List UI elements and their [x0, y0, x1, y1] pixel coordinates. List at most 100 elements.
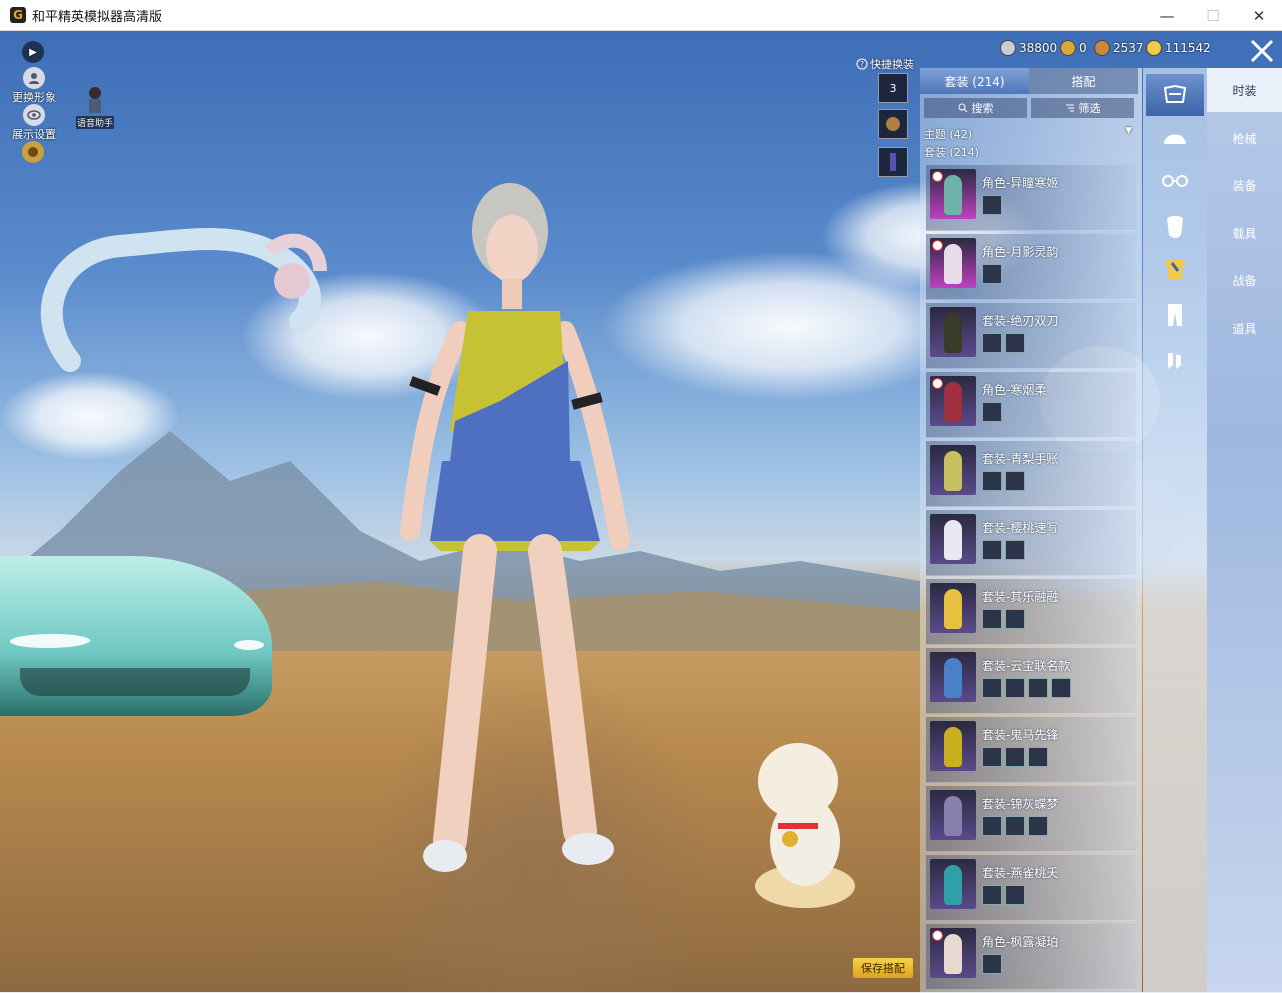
mascot-pet[interactable]: [750, 731, 860, 911]
outfit-part-icon[interactable]: [1005, 333, 1025, 353]
close-window-button[interactable]: ✕: [1236, 0, 1282, 31]
eye-icon: [23, 104, 45, 126]
locked-slot-button[interactable]: [878, 109, 908, 139]
outfit-part-icon[interactable]: [982, 609, 1002, 629]
outfit-part-icon[interactable]: [1051, 678, 1071, 698]
list-item[interactable]: 套装-云宝联名款: [926, 648, 1136, 714]
list-item[interactable]: 套装-樱桃速写: [926, 510, 1136, 576]
car-headlight: [234, 640, 264, 650]
quick-swap-label[interactable]: ? 快捷换装: [856, 56, 914, 72]
nav-battle-gear[interactable]: 战备: [1207, 258, 1282, 302]
glasses-icon[interactable]: [1146, 160, 1204, 202]
nav-items[interactable]: 道具: [1207, 306, 1282, 350]
outfit-part-icon[interactable]: [982, 678, 1002, 698]
filter-button[interactable]: 筛选: [1031, 98, 1134, 118]
outfit-part-row: [982, 678, 1071, 698]
currency-value: 38800: [1019, 41, 1058, 55]
outfit-thumbnail: [930, 790, 976, 840]
nav-weapons[interactable]: 枪械: [1207, 116, 1282, 160]
search-button[interactable]: 搜索: [924, 98, 1027, 118]
outfit-items-list: 角色-异瞳寒姬 角色-月影灵韵 套装-绝刃双刀 角色-寒烟柔 套装-青梨手账 套装-樱桃速…: [926, 165, 1136, 993]
maximize-button[interactable]: ☐: [1190, 0, 1236, 31]
preview-slot-button[interactable]: [878, 147, 908, 177]
outfit-part-icon[interactable]: [1005, 678, 1025, 698]
nav-vehicles[interactable]: 载具: [1207, 211, 1282, 255]
outfit-part-icon[interactable]: [1005, 885, 1025, 905]
theme-category[interactable]: 主题 (42) ▼: [924, 126, 1138, 142]
quick-swap-text: 快捷换装: [870, 58, 914, 71]
change-avatar-button[interactable]: 更换形象: [8, 67, 60, 105]
shoes-icon[interactable]: [1146, 340, 1204, 382]
player-character[interactable]: [350, 171, 650, 891]
voice-assistant-label: 语音助手: [76, 116, 114, 129]
outfit-part-icon[interactable]: [982, 402, 1002, 422]
outfit-name: 套装-云宝联名款: [982, 659, 1071, 673]
outfit-figure: [944, 865, 962, 905]
currency-value: 0: [1079, 41, 1087, 55]
list-item[interactable]: 角色-异瞳寒姬: [926, 165, 1136, 231]
minimize-button[interactable]: —: [1144, 0, 1190, 31]
close-icon[interactable]: [1244, 36, 1280, 66]
outfit-part-row: [982, 402, 1002, 422]
hat-icon[interactable]: [1146, 116, 1204, 158]
outfit-figure: [944, 727, 962, 767]
display-settings-button[interactable]: 展示设置: [8, 104, 60, 142]
outfit-part-icon[interactable]: [982, 816, 1002, 836]
tab-sets[interactable]: 套装 (214): [920, 68, 1029, 94]
voice-assistant-button[interactable]: 语音助手: [76, 83, 114, 129]
category-icon-column: [1143, 68, 1207, 992]
dropdown-arrow-icon: ▼: [1125, 126, 1132, 136]
list-item[interactable]: 套装-锦灰蝶梦: [926, 786, 1136, 852]
quick-swap-slot-button[interactable]: 3: [878, 73, 908, 103]
outfit-part-icon[interactable]: [1028, 816, 1048, 836]
sidebar-toggle[interactable]: ▶: [22, 41, 44, 63]
list-item[interactable]: 角色-寒烟柔: [926, 372, 1136, 438]
tab-outfits[interactable]: 搭配: [1029, 68, 1138, 94]
app-logo-icon: G: [10, 7, 26, 23]
outfit-figure: [944, 244, 962, 284]
list-item[interactable]: 套装-其乐融融: [926, 579, 1136, 645]
nav-equipment[interactable]: 装备: [1207, 163, 1282, 207]
outfit-part-icon[interactable]: [1028, 747, 1048, 767]
outfit-part-icon[interactable]: [982, 264, 1002, 284]
currency-value: 2537: [1113, 41, 1144, 55]
outfit-figure: [944, 796, 962, 836]
outfit-part-icon[interactable]: [982, 954, 1002, 974]
outfit-part-icon[interactable]: [1028, 678, 1048, 698]
badge-button[interactable]: [22, 141, 44, 163]
list-item[interactable]: 套装-鬼马先锋: [926, 717, 1136, 783]
outfit-part-icon[interactable]: [1005, 747, 1025, 767]
pants-icon[interactable]: [1146, 294, 1204, 336]
outfit-part-icon[interactable]: [1005, 540, 1025, 560]
list-item[interactable]: 套装-燕雀桃夭: [926, 855, 1136, 921]
nav-fashion[interactable]: 时装: [1207, 68, 1282, 112]
save-outfit-button[interactable]: 保存搭配: [853, 958, 913, 978]
outfit-thumbnail: [930, 445, 976, 495]
outfit-icon[interactable]: [1146, 74, 1204, 116]
list-item[interactable]: 套装-绝刃双刀: [926, 303, 1136, 369]
outfit-part-icon[interactable]: [982, 333, 1002, 353]
list-item[interactable]: 套装-青梨手账: [926, 441, 1136, 507]
outfit-part-icon[interactable]: [982, 471, 1002, 491]
outfit-part-icon[interactable]: [1005, 471, 1025, 491]
list-item[interactable]: 角色-枫露凝珀: [926, 924, 1136, 990]
medal-icon: [1060, 40, 1076, 56]
outfit-figure: [944, 520, 962, 560]
search-label: 搜索: [971, 102, 994, 115]
person-icon: [23, 67, 45, 89]
outfit-part-icon[interactable]: [982, 540, 1002, 560]
outfit-name: 套装-锦灰蝶梦: [982, 797, 1059, 811]
outfit-thumbnail: [930, 652, 976, 702]
outfit-part-icon[interactable]: [1005, 609, 1025, 629]
outfit-part-row: [982, 333, 1025, 353]
mask-icon[interactable]: [1146, 206, 1204, 248]
outfit-part-icon[interactable]: [982, 195, 1002, 215]
svg-text:?: ?: [860, 60, 864, 69]
top-icon[interactable]: [1146, 248, 1204, 290]
list-item[interactable]: 角色-月影灵韵: [926, 234, 1136, 300]
filter-label: 筛选: [1078, 102, 1101, 115]
outfit-part-icon[interactable]: [1005, 816, 1025, 836]
outfit-part-icon[interactable]: [982, 885, 1002, 905]
outfit-part-icon[interactable]: [982, 747, 1002, 767]
outfit-part-row: [982, 747, 1048, 767]
